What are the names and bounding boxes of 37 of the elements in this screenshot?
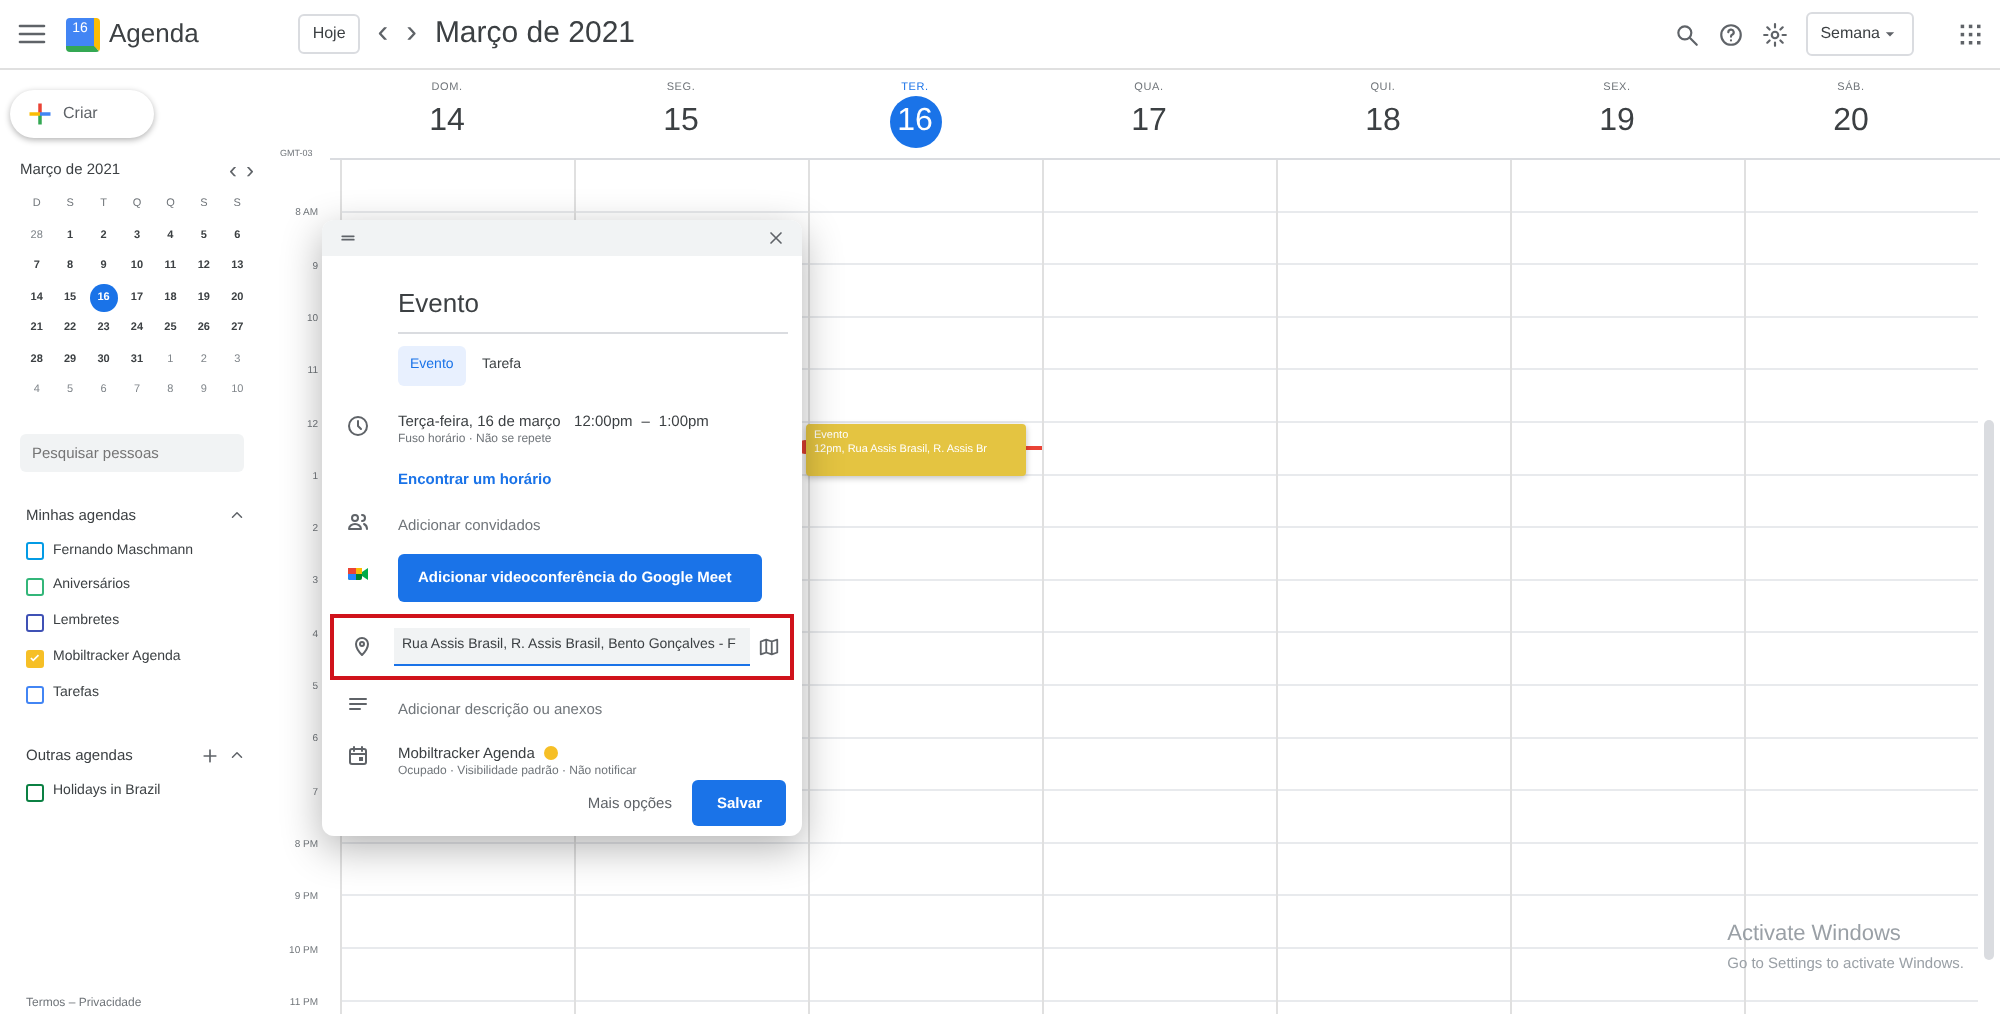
search-icon[interactable] xyxy=(1674,21,1701,47)
next-button[interactable]: › xyxy=(406,18,417,50)
create-button[interactable]: Criar xyxy=(10,90,154,138)
day-number[interactable]: 16 xyxy=(889,96,941,149)
settings-icon[interactable] xyxy=(1762,21,1789,47)
clock-icon xyxy=(346,413,370,438)
next-button[interactable]: › xyxy=(246,158,254,182)
scrollbar[interactable] xyxy=(1984,420,1994,960)
day-number[interactable]: 14 xyxy=(421,96,473,149)
map-icon[interactable] xyxy=(758,635,780,658)
day-number[interactable]: 15 xyxy=(655,96,707,149)
today-button[interactable]: Hoje xyxy=(298,14,360,54)
help-icon[interactable] xyxy=(1718,21,1745,47)
calendar-icon xyxy=(346,744,370,769)
checkbox[interactable] xyxy=(26,685,44,704)
day-number[interactable]: 17 xyxy=(1123,96,1175,149)
app-name: Agenda xyxy=(109,16,199,53)
activation-title: Activate Windows xyxy=(1727,920,1903,951)
day-number[interactable]: 18 xyxy=(1357,96,1409,149)
close-icon[interactable] xyxy=(766,228,786,248)
period-title: Março de 2021 xyxy=(434,13,636,54)
plus-icon xyxy=(26,100,54,128)
checkbox[interactable] xyxy=(26,578,44,597)
view-dropdown[interactable]: Semana xyxy=(1806,12,1914,56)
previous-button[interactable]: ‹ xyxy=(377,18,389,50)
checkbox[interactable] xyxy=(26,783,44,802)
checkbox[interactable] xyxy=(26,542,44,561)
day-number[interactable]: 20 xyxy=(1825,96,1877,149)
apps-icon[interactable] xyxy=(1956,20,1984,48)
people-icon xyxy=(346,509,370,534)
title-field[interactable]: Evento xyxy=(398,276,788,333)
location-pin-icon xyxy=(350,634,374,659)
day-number[interactable]: 19 xyxy=(1591,96,1643,149)
description-icon xyxy=(346,692,370,716)
checkbox[interactable] xyxy=(26,613,44,632)
previous-button[interactable]: ‹ xyxy=(229,158,237,182)
plus-icon[interactable] xyxy=(199,745,219,766)
